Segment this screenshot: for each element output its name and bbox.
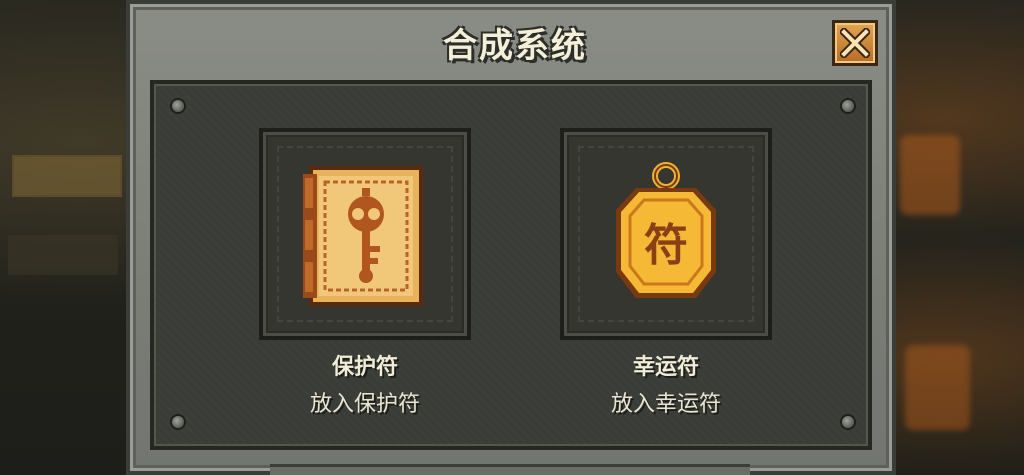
bolt-icon [170,98,186,114]
close-button[interactable] [832,20,878,66]
luck-charm-glyph: 符 [644,220,688,271]
luck-charm-slot[interactable]: 符 [560,128,772,340]
bolt-icon [840,98,856,114]
synthesis-panel: 保护符 放入保护符 符 幸运符 放入幸运符 [150,80,872,450]
protection-charm-label: 保护符 [331,355,398,380]
protection-book-icon [303,166,423,306]
synthesis-dialog: 合成系统 保护符 放入保护符 符 幸运符 放入幸运符 [126,0,896,475]
bolt-icon [840,414,856,430]
luck-charm-label: 幸运符 [632,355,699,380]
background-item-icon [900,135,960,215]
luck-charm-icon: 符 [616,162,716,298]
background-item-icon [905,345,970,430]
insert-luck-charm-button[interactable]: 放入幸运符 [560,386,772,418]
close-icon [840,28,870,58]
dialog-title: 合成系统 [443,26,587,66]
dialog-bottom-strip [270,464,750,475]
protection-charm-slot[interactable] [259,128,471,340]
insert-protection-charm-button[interactable]: 放入保护符 [259,386,471,418]
background-menu-item [8,235,118,275]
background-menu-item [12,155,122,197]
bolt-icon [170,414,186,430]
